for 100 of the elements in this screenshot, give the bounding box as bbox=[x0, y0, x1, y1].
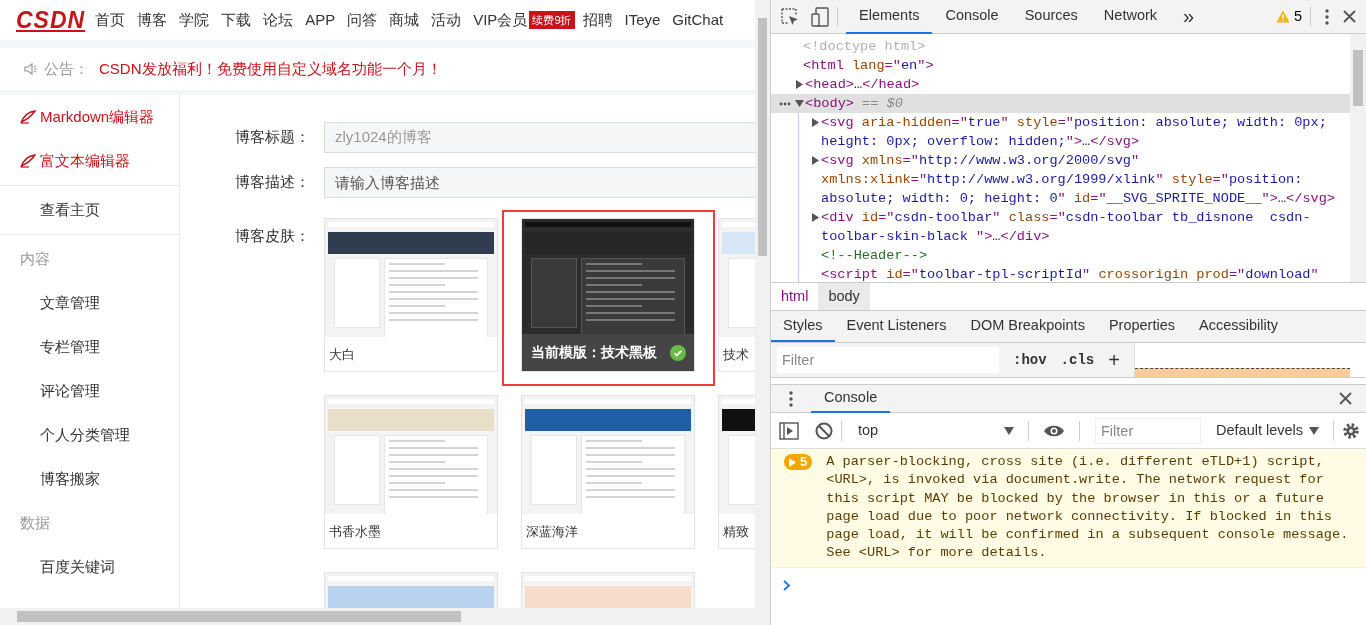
quill-icon bbox=[20, 110, 36, 124]
dropdown-triangle-icon bbox=[1309, 426, 1320, 435]
field-label: 博客描述： bbox=[234, 172, 310, 193]
eye-icon bbox=[1043, 423, 1065, 438]
live-expression-button[interactable] bbox=[1043, 423, 1065, 438]
kebab-icon bbox=[1325, 8, 1329, 25]
class-toggle[interactable]: .cls bbox=[1060, 349, 1095, 371]
pane-tab[interactable]: Properties bbox=[1096, 311, 1187, 342]
context-select[interactable]: top bbox=[850, 419, 1020, 442]
sidebar-heading: 内容 bbox=[19, 248, 51, 269]
close-icon bbox=[1339, 392, 1352, 405]
horizontal-scrollbar[interactable] bbox=[0, 608, 770, 625]
skin-name: 书香水墨 bbox=[328, 522, 382, 541]
nav-link[interactable]: 问答 bbox=[347, 8, 378, 32]
expanded-triangle-icon[interactable] bbox=[794, 99, 804, 108]
sidebar-item[interactable]: 文章管理 bbox=[0, 281, 179, 325]
panel-tab[interactable]: Sources bbox=[1011, 0, 1091, 34]
quill-icon bbox=[20, 154, 36, 168]
dom-node-line[interactable]: <script id="toolbar-tpl-scriptId" crossorigin prod="download" bbox=[771, 265, 1350, 282]
dots-icon[interactable] bbox=[779, 102, 791, 106]
prompt-chevron-icon[interactable] bbox=[783, 579, 791, 591]
skin-name: 精致 bbox=[722, 522, 750, 541]
console-message: A parser-blocking, cross site (i.e. different eTLD+1) script, <URL>, is invoked via document.write. The network request for this script MAY be blocked by the browser in this or a future page load due to poor network connectivity. If blocked in this page load, it will be confirmed in a subsequent console message. See <URL> for more details. bbox=[826, 453, 1350, 563]
dom-node-line[interactable]: <html lang="en"> bbox=[771, 56, 1350, 75]
nav-link[interactable]: 博客 bbox=[137, 8, 168, 32]
warning-icon bbox=[1275, 10, 1290, 23]
dom-node-line[interactable]: <svg aria-hidden="true" style="position: absolute; width: 0px; height: 0px; overflow: hidden;">…</svg> bbox=[771, 113, 1350, 151]
nav-link[interactable]: 学院 bbox=[179, 8, 210, 32]
collapsed-triangle-icon[interactable] bbox=[794, 80, 804, 89]
nav-link[interactable]: 商城 bbox=[389, 8, 420, 32]
skin-name: 深蓝海洋 bbox=[525, 522, 579, 541]
nav-link[interactable]: 论坛 bbox=[263, 8, 294, 32]
device-icon bbox=[811, 6, 829, 27]
clear-console-button[interactable] bbox=[815, 421, 833, 440]
tree-scrollbar[interactable] bbox=[1350, 34, 1366, 282]
skin-option[interactable]: 当前模版：技术黑板 bbox=[502, 210, 715, 386]
notice-link[interactable]: CSDN发放福利！免费使用自定义域名功能一个月！ bbox=[99, 57, 442, 81]
notice-label: 公告： bbox=[44, 58, 89, 79]
more-tabs-button[interactable]: » bbox=[1170, 0, 1208, 34]
collapsed-triangle-icon[interactable] bbox=[810, 213, 820, 222]
pane-tab[interactable]: Accessibility bbox=[1187, 311, 1290, 342]
console-filter-field[interactable]: Filter bbox=[1096, 418, 1200, 443]
drawer-tab[interactable]: Console bbox=[811, 384, 891, 413]
close-drawer-button[interactable] bbox=[1339, 392, 1352, 405]
check-circle-icon bbox=[670, 344, 686, 361]
close-button[interactable] bbox=[1343, 10, 1356, 23]
panel-tab[interactable]: Network bbox=[1090, 0, 1171, 34]
new-rule-button[interactable]: + bbox=[1108, 350, 1120, 370]
vertical-scrollbar[interactable] bbox=[755, 0, 770, 608]
repeat-count-badge: 5 bbox=[784, 454, 813, 470]
collapsed-triangle-icon[interactable] bbox=[810, 156, 820, 165]
pane-tab[interactable]: DOM Breakpoints bbox=[958, 311, 1097, 342]
site-logo[interactable]: CSDN bbox=[16, 6, 86, 34]
sidebar-heading: 数据 bbox=[19, 512, 51, 533]
warnings-button[interactable]: 5 bbox=[1275, 5, 1302, 28]
breadcrumb-item[interactable]: html bbox=[771, 283, 819, 310]
context-label: top bbox=[858, 420, 879, 440]
nav-link[interactable]: 活动 bbox=[431, 8, 462, 32]
text-field[interactable]: 请输入博客描述 bbox=[324, 167, 755, 198]
log-levels-dropdown[interactable]: Default levels bbox=[1210, 418, 1326, 443]
device-toolbar-button[interactable] bbox=[811, 6, 829, 27]
pane-tab[interactable]: Event Listeners bbox=[834, 311, 959, 342]
drawer-menu-button[interactable] bbox=[789, 390, 793, 407]
sidebar-item[interactable]: 专栏管理 bbox=[0, 325, 179, 369]
sidebar-item[interactable]: 博客搬家 bbox=[0, 457, 179, 501]
panel-tab[interactable]: Elements bbox=[846, 0, 933, 34]
nav-link[interactable]: 招聘 bbox=[582, 8, 613, 32]
collapsed-triangle-icon[interactable] bbox=[810, 118, 820, 127]
breadcrumb-item[interactable]: body bbox=[818, 283, 870, 310]
speaker-icon bbox=[24, 62, 38, 76]
more-options-button[interactable] bbox=[1325, 8, 1329, 25]
inspect-button[interactable] bbox=[781, 7, 799, 26]
nav-link[interactable]: APP bbox=[305, 8, 336, 32]
sidebar-item[interactable]: 富文本编辑器 bbox=[0, 139, 179, 183]
nav-link[interactable]: ITeye bbox=[624, 8, 661, 32]
kebab-icon bbox=[789, 390, 793, 407]
panel-tab[interactable]: Console bbox=[932, 0, 1012, 34]
nav-link[interactable]: 下载 bbox=[221, 8, 252, 32]
dom-node-line[interactable]: <!--Header--> bbox=[771, 246, 1350, 265]
gear-icon bbox=[1342, 421, 1361, 440]
field-label: 博客标题： bbox=[234, 127, 310, 148]
sidebar-item[interactable]: Markdown编辑器 bbox=[0, 95, 179, 139]
skin-name: 大白 bbox=[328, 345, 356, 364]
nav-link[interactable]: VIP会员 bbox=[473, 8, 528, 32]
dom-node-line[interactable]: <head>…</head> bbox=[771, 75, 1350, 94]
sidebar-item[interactable]: 查看主页 bbox=[0, 188, 179, 232]
sidebar-item[interactable]: 个人分类管理 bbox=[0, 413, 179, 457]
nav-link[interactable]: 首页 bbox=[95, 8, 126, 32]
close-icon bbox=[1343, 10, 1356, 23]
hover-state-toggle[interactable]: :hov bbox=[1013, 349, 1047, 371]
sidebar-toggle-button[interactable] bbox=[779, 421, 799, 440]
dom-node-line[interactable]: <svg xmlns="http://www.w3.org/2000/svg" xmlns:xlink="http://www.w3.org/1999/xlink" style="position: absolute; width: 0; height: 0" id="__SVG_SPRITE_NODE__">…</svg> bbox=[771, 151, 1350, 208]
sidebar-item-label: Markdown编辑器 bbox=[40, 106, 155, 127]
settings-button[interactable] bbox=[1342, 421, 1361, 440]
sidebar-icon bbox=[779, 421, 799, 440]
sidebar-item[interactable]: 评论管理 bbox=[0, 369, 179, 413]
nav-link[interactable]: GitChat bbox=[672, 8, 724, 32]
filter-field[interactable]: Filter bbox=[777, 347, 999, 373]
dom-node-line[interactable]: <div id="csdn-toolbar" class="csdn-toolbar tb_disnone csdn-toolbar-skin-black ">…</div> bbox=[771, 208, 1350, 246]
sidebar-item[interactable]: 百度关键词 bbox=[0, 545, 179, 589]
